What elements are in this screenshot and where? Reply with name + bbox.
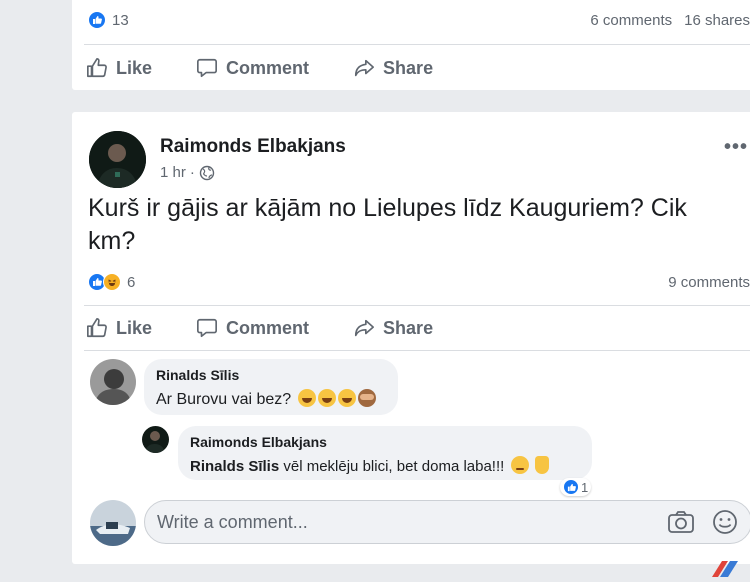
comment-bubble: Rinalds Sīlis Ar Burovu vai bez?	[144, 359, 398, 415]
current-user-avatar[interactable]	[90, 500, 136, 546]
meta-separator: ·	[189, 164, 195, 181]
mention-link[interactable]: Rinalds Sīlis	[190, 458, 279, 475]
post-meta: 1 hr ·	[160, 164, 215, 181]
comment-text-content: Ar Burovu vai bez?	[156, 391, 292, 408]
like-reaction-icon[interactable]	[88, 11, 106, 29]
like-button[interactable]: Like	[86, 57, 152, 79]
thumbs-up-icon	[87, 318, 107, 338]
reply-author-avatar[interactable]	[142, 426, 169, 453]
post-time[interactable]: 1 hr	[160, 164, 186, 181]
divider	[84, 350, 750, 351]
share-button[interactable]: Share	[353, 57, 433, 79]
like-reaction-icon	[563, 479, 579, 495]
see-no-evil-monkey-icon	[357, 389, 376, 407]
comments-count-link[interactable]: 9 comments	[668, 274, 750, 291]
reply-author-name[interactable]: Raimonds Elbakjans	[190, 434, 580, 450]
share-icon	[354, 319, 375, 337]
comment-icon	[197, 58, 218, 78]
commenter-name[interactable]: Rinalds Sīlis	[156, 367, 386, 383]
like-button[interactable]: Like	[86, 317, 152, 339]
comment-input-placeholder: Write a comment...	[157, 511, 308, 532]
share-icon	[354, 59, 375, 77]
share-label: Share	[383, 57, 434, 78]
more-options-button[interactable]: •••	[724, 136, 748, 159]
author-name[interactable]: Raimonds Elbakjans	[160, 136, 346, 158]
comment-icon	[197, 318, 218, 338]
share-label: Share	[383, 317, 434, 338]
thumbs-up-icon	[87, 58, 107, 78]
globe-icon	[199, 165, 215, 180]
like-label: Like	[116, 57, 153, 78]
laughing-emoji-icon	[337, 389, 356, 407]
comment-label: Comment	[226, 57, 310, 78]
reactions-count[interactable]: 6	[127, 274, 135, 291]
reply-reaction-badge[interactable]: 1	[560, 478, 592, 496]
shares-count-link[interactable]: 16 shares	[684, 12, 750, 29]
reply-text: Rinalds Sīlis vēl meklēju blici, bet dom…	[190, 456, 580, 475]
comment-input[interactable]: Write a comment...	[144, 500, 750, 544]
post-actions: Like Comment Share	[86, 312, 477, 344]
comment-text: Ar Burovu vai bez?	[156, 389, 386, 409]
share-button[interactable]: Share	[353, 317, 433, 339]
haha-reaction-icon[interactable]	[103, 273, 121, 291]
commenter-avatar[interactable]	[90, 359, 136, 405]
thumbs-up-emoji-icon	[534, 456, 549, 474]
post-text: Kurš ir gājis ar kājām no Lielupes līdz …	[88, 194, 687, 255]
comment-button[interactable]: Comment	[196, 317, 309, 339]
laughing-emoji-icon	[297, 389, 316, 407]
author-avatar[interactable]	[89, 131, 146, 188]
post-actions: Like Comment Share	[86, 52, 477, 84]
divider	[84, 44, 750, 45]
post-card: Raimonds Elbakjans 1 hr · ••• Kurš ir gā…	[72, 112, 750, 564]
divider	[84, 305, 750, 306]
reply-text-content: vēl meklēju blici, bet doma laba!!!	[279, 458, 505, 475]
comment-label: Comment	[226, 317, 310, 338]
smiley-icon[interactable]	[711, 508, 739, 536]
reactions-count[interactable]: 13	[112, 12, 129, 29]
reply-bubble: Raimonds Elbakjans Rinalds Sīlis vēl mek…	[178, 426, 592, 480]
winking-emoji-icon	[510, 456, 529, 474]
laughing-emoji-icon	[317, 389, 336, 407]
camera-icon[interactable]	[667, 508, 695, 536]
comments-count-link[interactable]: 6 comments	[590, 12, 672, 29]
reply-reaction-count: 1	[581, 479, 589, 495]
comment-button[interactable]: Comment	[196, 57, 309, 79]
reactions-stats-row: 6 9 comments	[88, 270, 750, 294]
previous-post-card: 13 6 comments 16 shares Like Comment Sha…	[72, 0, 750, 90]
reactions-stats-row: 13 6 comments 16 shares	[88, 8, 750, 32]
like-label: Like	[116, 317, 153, 338]
watermark-logo	[712, 561, 738, 577]
